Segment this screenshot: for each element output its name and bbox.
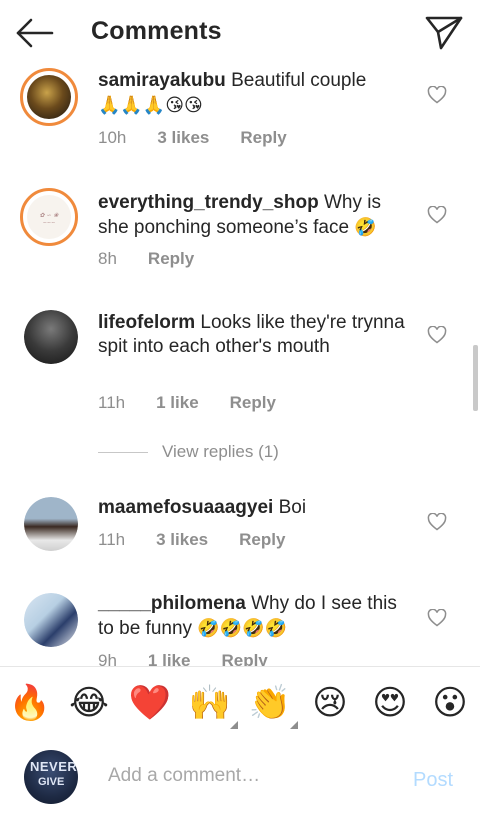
likes-count[interactable]: 3 likes (156, 530, 208, 550)
heart-icon[interactable] (427, 85, 447, 104)
divider (98, 451, 148, 453)
likes-count[interactable]: 1 like (148, 651, 191, 666)
heart-icon[interactable] (427, 325, 447, 344)
comment-time: 10h (98, 128, 127, 147)
raising-hands-emoji-icon[interactable]: 🙌 (188, 681, 238, 729)
my-avatar: NEVER GIVE (24, 750, 78, 804)
back-arrow-icon[interactable] (14, 16, 56, 50)
comment-text: samirayakubu Beautiful couple 🙏🙏🙏😘😘 (98, 69, 410, 118)
comment-text: _____philomena Why do I see this to be f… (98, 592, 410, 641)
comment-text: everything_trendy_shop Why is she ponchi… (98, 191, 410, 240)
comment-time: 11h (98, 393, 126, 412)
tears-of-joy-emoji-icon[interactable]: 😂 (67, 681, 111, 725)
comment-username[interactable]: samirayakubu (98, 70, 226, 91)
view-replies-button[interactable]: View replies (1) (162, 442, 279, 462)
top-bar: Comments (0, 0, 480, 66)
comments-list[interactable]: samirayakubu Beautiful couple 🙏🙏🙏😘😘 10h … (0, 66, 480, 666)
avatar-text: NEVER (30, 759, 78, 774)
comment-composer: NEVER GIVE Post (0, 739, 480, 814)
comment-emojis: 🤣🤣🤣🤣 (197, 618, 287, 638)
clapping-hands-emoji-icon[interactable]: 👏 (248, 681, 298, 729)
comment-username[interactable]: everything_trendy_shop (98, 192, 319, 213)
likes-count[interactable]: 1 like (156, 393, 199, 413)
open-mouth-emoji-icon[interactable]: 😮 (428, 681, 472, 725)
reply-button[interactable]: Reply (240, 128, 286, 148)
clapping-hands-glyph: 👏 (248, 684, 292, 722)
comment-username[interactable]: maamefosuaaagyei (98, 497, 273, 518)
reply-button[interactable]: Reply (239, 530, 285, 550)
comment-emojis: 🙏🙏🙏😘😘 (98, 95, 203, 115)
comment-meta: 9h 1 like Reply (98, 651, 299, 666)
comment-text: lifeofelorm Looks like they're trynna sp… (98, 311, 410, 359)
comment-text: maamefosuaaagyei Boi (98, 496, 410, 520)
red-heart-emoji-icon[interactable]: ❤️ (128, 681, 172, 725)
direct-share-icon[interactable] (424, 14, 464, 52)
page-title: Comments (91, 17, 222, 45)
avatar-text-2: GIVE (38, 776, 65, 788)
fire-emoji-icon[interactable]: 🔥 (8, 681, 52, 725)
comment-emojis: 🤣 (354, 217, 377, 237)
comment-time: 11h (98, 530, 126, 549)
avatar[interactable] (24, 497, 78, 551)
avatar[interactable] (24, 593, 78, 647)
comment-body: Beautiful couple (231, 70, 367, 91)
heart-icon[interactable] (427, 512, 447, 531)
comment-meta: 11h 1 like Reply (98, 393, 307, 413)
svg-text:∼∼∼: ∼∼∼ (43, 220, 56, 226)
crying-face-emoji-icon[interactable]: 😢 (308, 681, 352, 725)
comment-meta: 11h 3 likes Reply (98, 530, 316, 550)
heart-icon[interactable] (427, 608, 447, 627)
comment-username[interactable]: _____philomena (98, 593, 246, 614)
avatar[interactable] (20, 68, 78, 126)
skin-tone-corner-icon (230, 721, 238, 729)
raising-hands-glyph: 🙌 (188, 684, 232, 722)
emoji-quick-bar: 🔥 😂 ❤️ 🙌 👏 😢 😍 😮 (0, 666, 480, 740)
svg-text:✿ ∽ ❀: ✿ ∽ ❀ (40, 212, 60, 219)
comment-input[interactable] (108, 765, 398, 787)
likes-count[interactable]: 3 likes (157, 128, 209, 148)
comment-time: 8h (98, 249, 117, 268)
comment-username[interactable]: lifeofelorm (98, 312, 195, 333)
comment-meta: 8h Reply (98, 249, 225, 269)
heart-icon[interactable] (427, 205, 447, 224)
comment-time: 9h (98, 651, 117, 666)
avatar[interactable] (24, 310, 78, 364)
reply-button[interactable]: Reply (230, 393, 276, 413)
view-replies[interactable]: View replies (1) (98, 442, 279, 462)
comment-body: Boi (278, 497, 307, 518)
heart-eyes-emoji-icon[interactable]: 😍 (368, 681, 412, 725)
reply-button[interactable]: Reply (221, 651, 267, 666)
skin-tone-corner-icon (290, 721, 298, 729)
avatar[interactable]: ✿ ∽ ❀ ∼∼∼ (20, 188, 78, 246)
comment-meta: 10h 3 likes Reply (98, 128, 318, 148)
scrollbar[interactable] (473, 345, 478, 411)
reply-button[interactable]: Reply (148, 249, 194, 269)
post-button[interactable]: Post (413, 769, 453, 792)
